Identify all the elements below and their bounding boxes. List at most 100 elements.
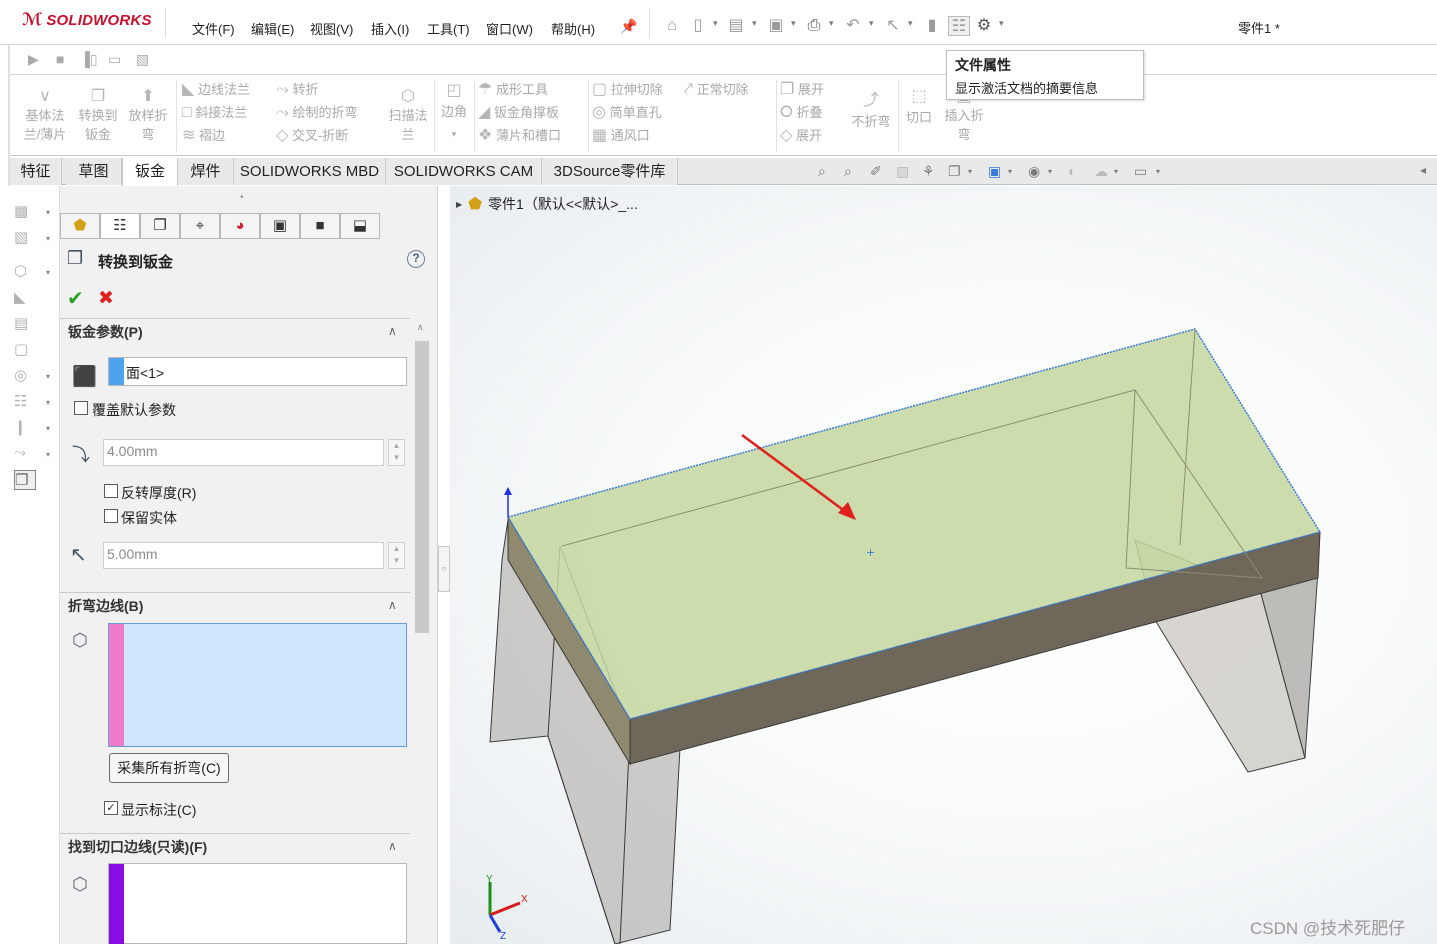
undo-dropdown-icon[interactable]: ▾ xyxy=(869,18,877,29)
strip-tool-6-icon[interactable]: ▢ xyxy=(14,340,36,360)
bend-radius-spinner[interactable]: ▲ ▼ xyxy=(388,542,405,569)
propertymanager-tab-icon[interactable]: ☷ xyxy=(100,213,140,239)
unfold-button[interactable]: ❐ 展开 xyxy=(780,78,824,101)
tab-weldments[interactable]: 焊件 xyxy=(178,158,234,185)
cancel-x-icon[interactable]: ✖ xyxy=(98,287,114,310)
tab-3dsource[interactable]: 3DSource零件库 xyxy=(542,158,678,185)
zoom-to-fit-icon[interactable]: ⌕ xyxy=(818,163,826,180)
select-cursor-icon[interactable]: ↖ xyxy=(883,16,903,36)
rip-edges-selection-box[interactable] xyxy=(108,863,407,944)
menu-view[interactable]: 视图(V) xyxy=(310,19,353,38)
graphics-area[interactable]: ▶ ⬟ 零件1（默认<<默认>_... + Y X Z xyxy=(450,186,1437,944)
open-dropdown-icon[interactable]: ▾ xyxy=(752,18,760,29)
vent-button[interactable]: ▦ 通风口 xyxy=(592,124,663,147)
strip-tool-3-icon[interactable]: ⬡ xyxy=(14,262,36,282)
forming-tool-button[interactable]: ☂ 成形工具 xyxy=(478,78,561,101)
edit-appearance-icon[interactable]: ◐ xyxy=(1068,163,1076,179)
configuration-tab-icon[interactable]: ❐ xyxy=(140,213,180,239)
strip-tool-4-icon[interactable]: ◣ xyxy=(14,288,36,308)
section-sheet-metal-params[interactable]: 钣金参数(P) xyxy=(68,322,143,342)
save-dropdown-icon[interactable]: ▾ xyxy=(791,18,799,29)
lofted-bend-button[interactable]: ⬆ 放样折 弯 xyxy=(124,86,172,144)
simple-hole-button[interactable]: ◎ 简单直孔 xyxy=(592,101,663,124)
jog-button[interactable]: ⤳ 转折 xyxy=(276,78,357,101)
edit-macro-icon[interactable]: ▧ xyxy=(136,51,149,68)
tab-mbd[interactable]: SOLIDWORKS MBD xyxy=(234,158,386,185)
bend-radius-input[interactable]: 5.00mm xyxy=(103,542,384,569)
featuremanager-tab-icon[interactable]: ⬟ xyxy=(60,213,100,239)
scrollbar-thumb[interactable] xyxy=(415,341,429,633)
strip-tool-8-icon[interactable]: ☷ xyxy=(14,392,36,412)
tab-features[interactable]: 特征 xyxy=(10,158,62,185)
view-settings-monitor-icon[interactable]: ▭ xyxy=(1134,163,1147,180)
strip-tool-5-icon[interactable]: ▤ xyxy=(14,314,36,334)
strip-dropdown-icon[interactable]: ▾ xyxy=(46,268,50,277)
strip-tool-10-icon[interactable]: ⤳ xyxy=(14,444,36,464)
menu-insert[interactable]: 插入(I) xyxy=(371,19,409,38)
gusset-button[interactable]: ◢ 钣金角撑板 xyxy=(478,101,561,124)
fixed-face-selection-box[interactable]: 面<1> xyxy=(108,357,407,386)
edge-flange-button[interactable]: ◣ 边线法兰 xyxy=(182,78,250,101)
home-icon[interactable]: ⌂ xyxy=(662,16,682,36)
strip-tool-2-icon[interactable]: ▧ xyxy=(14,228,36,248)
print-dropdown-icon[interactable]: ▾ xyxy=(829,18,837,29)
rebuild-icon[interactable]: ▮ xyxy=(922,16,942,36)
display-manager-tab-icon[interactable]: ◕ xyxy=(220,213,260,239)
rip-button[interactable]: ⬚ 切口 xyxy=(902,86,936,129)
hide-show-dropdown-icon[interactable]: ▾ xyxy=(1048,167,1052,176)
fold-button[interactable]: ⭘ 折叠 xyxy=(780,101,824,124)
pm-scrollbar[interactable]: ∧ xyxy=(412,319,432,944)
open-folder-icon[interactable]: ▤ xyxy=(726,16,746,36)
display-style-icon[interactable]: ▣ xyxy=(988,163,1001,180)
tab-and-slot-button[interactable]: ❖ 薄片和槽口 xyxy=(478,124,561,147)
hem-button[interactable]: ≋ 褶边 xyxy=(182,124,250,147)
sketched-bend-button[interactable]: ⤳ 绘制的折弯 xyxy=(276,101,357,124)
collapse-chevron-icon[interactable]: ∧ xyxy=(388,598,397,612)
apply-scene-dropdown-icon[interactable]: ▾ xyxy=(1114,167,1118,176)
run-macro-icon[interactable]: ▶ xyxy=(28,51,39,68)
help-icon[interactable]: ? xyxy=(407,250,425,268)
bend-edges-selection-box[interactable] xyxy=(108,623,407,747)
previous-view-icon[interactable]: ✐ xyxy=(870,163,882,180)
new-document-icon[interactable]: ▯ xyxy=(688,16,708,36)
strip-tool-9-icon[interactable]: ❙ xyxy=(14,418,36,438)
cam-tool-tab-icon[interactable]: ⬓ xyxy=(340,213,380,239)
thickness-input[interactable]: 4.00mm xyxy=(103,439,384,466)
no-bends-button[interactable]: ⤴ 不折弯 xyxy=(848,86,894,133)
dimxpert-tab-icon[interactable]: ⌖ xyxy=(180,213,220,239)
tab-sketch[interactable]: 草图 xyxy=(66,158,122,185)
tab-cam[interactable]: SOLIDWORKS CAM xyxy=(386,158,542,185)
menu-window[interactable]: 窗口(W) xyxy=(486,19,533,38)
pause-macro-icon[interactable]: ▐▯ xyxy=(80,51,98,68)
collapse-chevron-icon[interactable]: ∧ xyxy=(388,324,397,338)
tab-sheet-metal[interactable]: 钣金 xyxy=(122,158,178,186)
cross-break-button[interactable]: ◇ 交叉-折断 xyxy=(276,124,357,147)
convert-to-sheet-metal-button[interactable]: ❐ 转换到 钣金 xyxy=(74,86,122,144)
view-orientation-dropdown-icon[interactable]: ▾ xyxy=(968,167,972,176)
zoom-to-area-icon[interactable]: ⌕ xyxy=(844,163,852,180)
swept-flange-button[interactable]: ⬡ 扫描法 兰 xyxy=(386,86,430,144)
cam-operation-tab-icon[interactable]: ■ xyxy=(300,213,340,239)
show-callouts-checkbox[interactable]: ✓ xyxy=(104,801,118,815)
strip-dropdown-icon[interactable]: ▾ xyxy=(46,424,50,433)
reverse-thickness-checkbox[interactable] xyxy=(104,484,118,498)
section-bend-edges[interactable]: 折弯边线(B) xyxy=(68,596,143,616)
strip-dropdown-icon[interactable]: ▾ xyxy=(46,450,50,459)
thickness-spinner[interactable]: ▲ ▼ xyxy=(388,439,405,466)
pin-icon[interactable]: 📌 xyxy=(619,16,639,36)
override-default-checkbox[interactable] xyxy=(74,401,88,415)
section-view-icon[interactable]: ▨ xyxy=(896,163,909,180)
menu-file[interactable]: 文件(F) xyxy=(192,19,235,38)
scroll-up-icon[interactable]: ∧ xyxy=(417,322,424,333)
keep-body-checkbox[interactable] xyxy=(104,509,118,523)
extruded-cut-button[interactable]: ▢ 拉伸切除 xyxy=(592,78,663,101)
new-dropdown-icon[interactable]: ▾ xyxy=(713,18,721,29)
corners-button[interactable]: ◰ 边角 ▾ xyxy=(438,80,470,146)
base-flange-button[interactable]: ∨ 基体法 兰/薄片 xyxy=(16,86,74,144)
apply-scene-icon[interactable]: ☁ xyxy=(1094,163,1108,180)
strip-dropdown-icon[interactable]: ▾ xyxy=(46,398,50,407)
new-macro-icon[interactable]: ▭ xyxy=(108,51,121,68)
corners-dropdown-icon[interactable]: ▾ xyxy=(438,123,470,146)
view-orientation-icon[interactable]: ❐ xyxy=(948,163,961,180)
cam-tab-icon[interactable]: ▣ xyxy=(260,213,300,239)
